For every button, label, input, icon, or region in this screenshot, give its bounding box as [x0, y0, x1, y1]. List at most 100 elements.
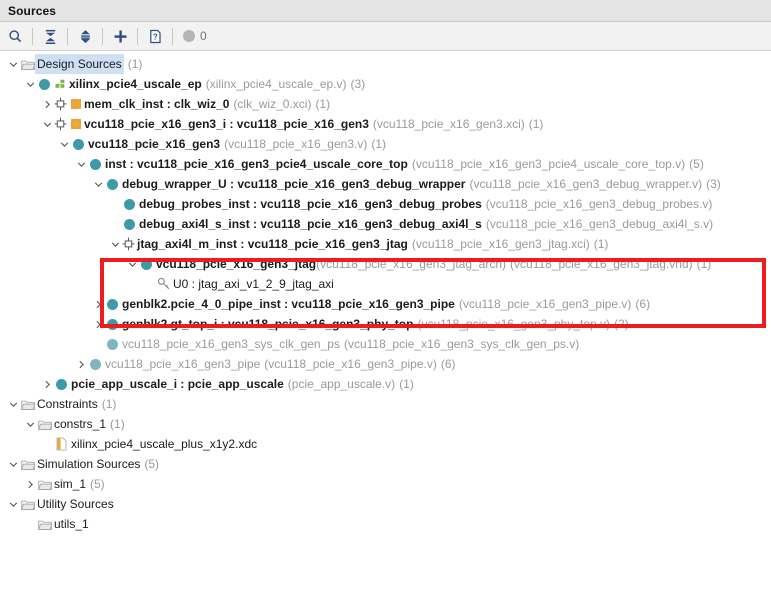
tree-row[interactable]: debug_wrapper_U : vcu118_pcie_x16_gen3_d…: [0, 174, 771, 194]
tree-row-label: inst : vcu118_pcie_x16_gen3_pcie4_uscale…: [105, 157, 408, 171]
tree-twisty-placeholder: [109, 214, 122, 234]
tree-row-label: Constraints: [37, 397, 98, 411]
orange-square-icon: [69, 94, 82, 114]
tree-row[interactable]: pcie_app_uscale_i : pcie_app_uscale (pcie…: [0, 374, 771, 394]
tree-row-file: (xilinx_pcie4_uscale_ep.v): [205, 77, 347, 91]
expand-collapse-icon[interactable]: [70, 22, 100, 51]
tree-row[interactable]: Simulation Sources (5): [0, 454, 771, 474]
tree-row-selected[interactable]: Design Sources (1): [0, 54, 771, 74]
tree-row-count: (2): [614, 317, 629, 331]
tree-row[interactable]: Utility Sources: [0, 494, 771, 514]
chevron-right-icon[interactable]: [24, 474, 37, 494]
chevron-down-icon[interactable]: [7, 454, 20, 474]
chevron-down-icon[interactable]: [7, 54, 20, 74]
green-chip-icon: [54, 74, 67, 94]
tree-row[interactable]: jtag_axi4l_m_inst : vcu118_pcie_x16_gen3…: [0, 234, 771, 254]
tree-row-count: (5): [689, 157, 704, 171]
chevron-down-icon[interactable]: [7, 394, 20, 414]
chevron-down-icon[interactable]: [126, 254, 139, 274]
tree-row-file: (vcu118_pcie_x16_gen3_pipe.v): [458, 297, 632, 311]
tree-row-label: Utility Sources: [37, 497, 114, 511]
chevron-down-icon[interactable]: [7, 494, 20, 514]
tree-row[interactable]: vcu118_pcie_x16_gen3_sys_clk_gen_ps (vcu1…: [0, 334, 771, 354]
chevron-down-icon[interactable]: [75, 154, 88, 174]
panel-title-bar: Sources: [0, 0, 771, 22]
tree-row-label: Simulation Sources: [37, 457, 141, 471]
tree-row-label: genblk2.gt_top_i : vcu118_pcie_x16_gen3_…: [122, 317, 414, 331]
tree-row[interactable]: Constraints (1): [0, 394, 771, 414]
chevron-right-icon[interactable]: [75, 354, 88, 374]
tree-row[interactable]: debug_axi4l_s_inst : vcu118_pcie_x16_gen…: [0, 214, 771, 234]
tree-row-label: debug_wrapper_U : vcu118_pcie_x16_gen3_d…: [122, 177, 466, 191]
tree-row-label: debug_axi4l_s_inst : vcu118_pcie_x16_gen…: [139, 217, 482, 231]
tree-row[interactable]: mem_clk_inst : clk_wiz_0 (clk_wiz_0.xci)(…: [0, 94, 771, 114]
chevron-right-icon[interactable]: [92, 314, 105, 334]
add-sources-icon[interactable]: [105, 22, 135, 51]
tree-row-file-secondary: (vcu118_pcie_x16_gen3_jtag.vhd): [510, 257, 693, 271]
tree-row-count: (5): [144, 457, 160, 471]
sources-tree[interactable]: Design Sources (1) xilinx_pcie4_uscale_ep(…: [0, 51, 771, 592]
tree-row-file: (vcu118_pcie_x16_gen3_debug_axi4l_s.v): [485, 217, 714, 231]
ip-chip-icon: [122, 234, 135, 254]
module-circle-icon: [71, 134, 86, 154]
tree-row-label: constrs_1: [54, 417, 107, 431]
chevron-down-icon[interactable]: [24, 414, 37, 434]
tree-row-count: (3): [706, 177, 721, 191]
tree-row-count: (1): [127, 57, 143, 71]
tree-row[interactable]: sim_1 (5): [0, 474, 771, 494]
tree-row[interactable]: vcu118_pcie_x16_gen3 (vcu118_pcie_x16_gen…: [0, 134, 771, 154]
tree-twisty-placeholder: [109, 194, 122, 214]
tree-row[interactable]: genblk2.pcie_4_0_pipe_inst : vcu118_pcie…: [0, 294, 771, 314]
module-circle-dim-icon: [88, 354, 103, 374]
chevron-down-icon[interactable]: [109, 234, 122, 254]
tree-row[interactable]: inst : vcu118_pcie_x16_gen3_pcie4_uscale…: [0, 154, 771, 174]
page-title: Sources: [8, 3, 57, 18]
toolbar-separator: [102, 27, 103, 45]
tree-row[interactable]: vcu118_pcie_x16_gen3_i : vcu118_pcie_x16…: [0, 114, 771, 134]
tree-twisty-placeholder: [41, 434, 54, 454]
module-circle-icon: [37, 74, 52, 94]
tree-row[interactable]: U0 : jtag_axi_v1_2_9_jtag_axi: [0, 274, 771, 294]
collapse-all-icon[interactable]: [35, 22, 65, 51]
tree-row-label: jtag_axi4l_m_inst : vcu118_pcie_x16_gen3…: [137, 237, 408, 251]
sources-toolbar: ? 0: [0, 22, 771, 51]
module-circle-icon: [139, 254, 154, 274]
tree-row[interactable]: debug_probes_inst : vcu118_pcie_x16_gen3…: [0, 194, 771, 214]
tree-row-count: (1): [101, 397, 117, 411]
help-icon[interactable]: ?: [140, 22, 170, 51]
chevron-down-icon[interactable]: [24, 74, 37, 94]
tree-twisty-placeholder: [143, 274, 156, 294]
tree-row-count: (1): [399, 377, 414, 391]
tree-row-label: pcie_app_uscale_i : pcie_app_uscale: [71, 377, 284, 391]
tree-row-file: (vcu118_pcie_x16_gen3_debug_wrapper.v): [469, 177, 703, 191]
tree-row[interactable]: xilinx_pcie4_uscale_plus_x1y2.xdc: [0, 434, 771, 454]
chevron-down-icon[interactable]: [92, 174, 105, 194]
tree-row[interactable]: xilinx_pcie4_uscale_ep (xilinx_pcie4_usca…: [0, 74, 771, 94]
chevron-right-icon[interactable]: [41, 374, 54, 394]
tree-row-count: (5): [90, 477, 105, 491]
tree-row[interactable]: genblk2.gt_top_i : vcu118_pcie_x16_gen3_…: [0, 314, 771, 334]
tree-row-file: (vcu118_pcie_x16_gen3_jtag_arch): [316, 257, 507, 271]
folder-icon: [20, 494, 35, 514]
tree-row[interactable]: vcu118_pcie_x16_gen3_jtag (vcu118_pcie_x1…: [0, 254, 771, 274]
tree-row-file: (vcu118_pcie_x16_gen3_pcie4_uscale_core_…: [411, 157, 686, 171]
module-circle-icon: [54, 374, 69, 394]
chevron-right-icon[interactable]: [41, 94, 54, 114]
tree-row[interactable]: utils_1: [0, 514, 771, 534]
chevron-right-icon[interactable]: [92, 294, 105, 314]
module-circle-icon: [105, 174, 120, 194]
tree-row[interactable]: constrs_1 (1): [0, 414, 771, 434]
tree-row-label: vcu118_pcie_x16_gen3_jtag: [156, 257, 317, 271]
status-counter[interactable]: 0: [175, 29, 207, 43]
tree-row-count: (1): [315, 97, 331, 111]
tree-row-file: (vcu118_pcie_x16_gen3.xci): [372, 117, 525, 131]
tree-row[interactable]: vcu118_pcie_x16_gen3_pipe (vcu118_pcie_x1…: [0, 354, 771, 374]
chevron-down-icon[interactable]: [41, 114, 54, 134]
tree-twisty-placeholder: [24, 514, 37, 534]
chevron-down-icon[interactable]: [58, 134, 71, 154]
tree-row-label: debug_probes_inst : vcu118_pcie_x16_gen3…: [139, 197, 482, 211]
toolbar-separator: [32, 27, 33, 45]
status-count-label: 0: [200, 29, 207, 43]
module-circle-icon: [105, 294, 120, 314]
search-icon[interactable]: [0, 22, 30, 51]
